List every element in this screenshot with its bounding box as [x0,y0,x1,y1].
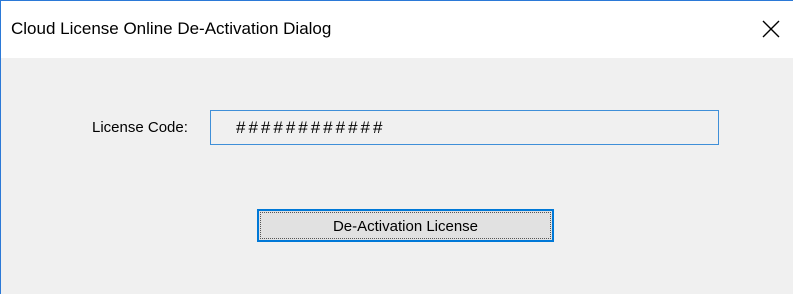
dialog-title: Cloud License Online De-Activation Dialo… [11,19,332,38]
deactivation-dialog: Cloud License Online De-Activation Dialo… [0,0,793,294]
close-icon [762,20,780,38]
license-code-label: License Code: [92,119,188,136]
title-bar: Cloud License Online De-Activation Dialo… [1,1,793,58]
close-button[interactable] [753,11,789,47]
license-code-field[interactable]: ############ [210,110,719,145]
deactivation-license-button[interactable]: De-Activation License [257,209,554,242]
license-code-value: ############ [236,118,386,137]
deactivation-license-button-label: De-Activation License [332,218,479,235]
